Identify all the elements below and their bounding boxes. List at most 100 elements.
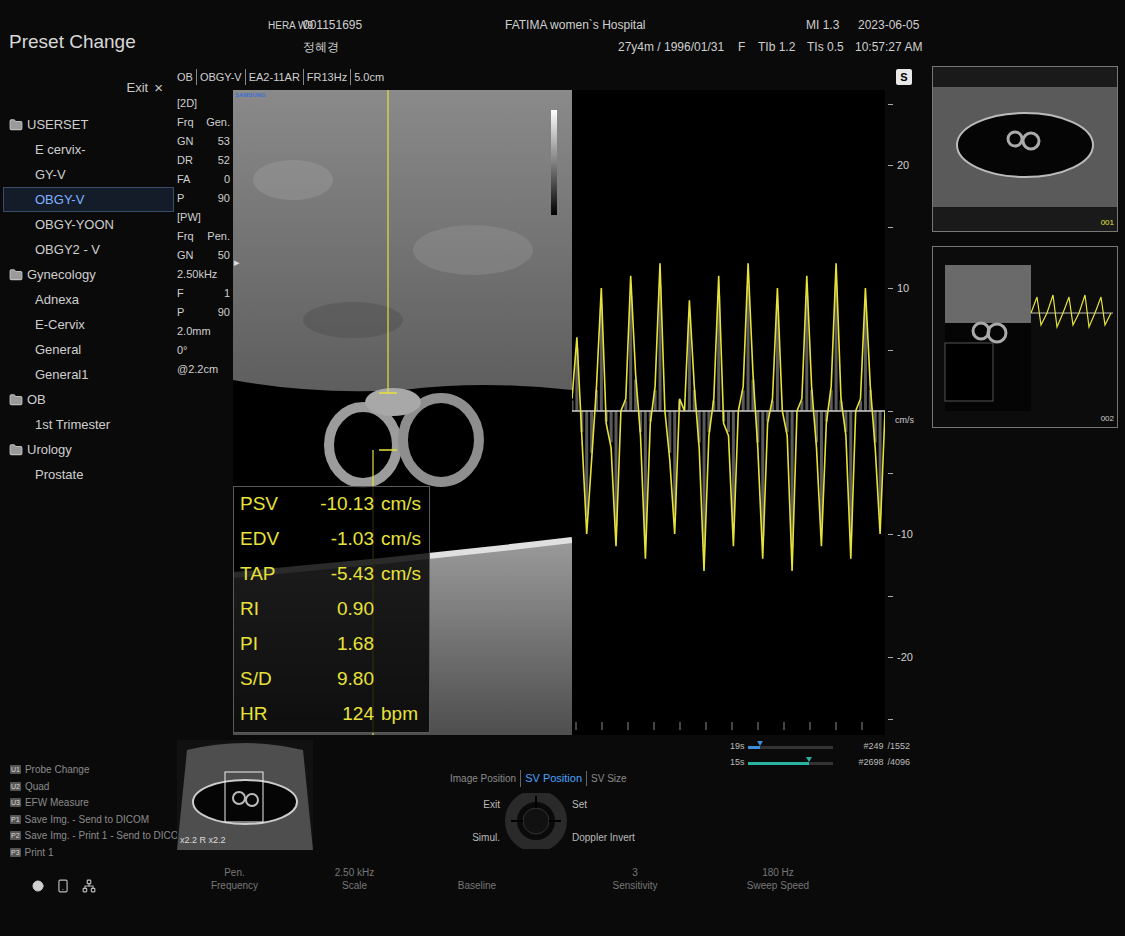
axis-tick [888, 719, 893, 720]
mode-item: EA2-11AR [245, 69, 303, 86]
time-tick [680, 722, 681, 730]
preset-tree: USERSETE cervix-GY-VOBGY-VOBGY-YOONOBGY2… [0, 112, 177, 487]
thumbnail[interactable]: 002 [932, 246, 1118, 428]
parameter: FrqPen. [177, 227, 230, 246]
thumbnail[interactable]: 001 [932, 66, 1118, 232]
group-header[interactable]: Urology [0, 437, 177, 462]
mode-item: FR13Hz [303, 69, 350, 86]
preset-item[interactable]: OBGY-YOON [3, 212, 174, 237]
parameter: @2.2cm [177, 360, 230, 379]
group-header[interactable]: USERSET [0, 112, 177, 137]
folder-icon [9, 443, 23, 457]
axis-tick [888, 227, 893, 228]
axis-label: -20 [897, 651, 913, 663]
axis-label: 20 [897, 159, 909, 171]
focus-marker: ▸ [234, 254, 240, 271]
control-tab[interactable]: SV Size [586, 771, 631, 786]
doppler-invert-key[interactable]: Doppler Invert [572, 830, 635, 845]
softkey[interactable]: P1Save Img. - Send to DICOM [10, 812, 177, 828]
parameter: GN53 [177, 132, 230, 151]
group-header[interactable]: OB [0, 387, 177, 412]
cine-track[interactable] [748, 762, 833, 765]
softkey-key: U1 [10, 765, 21, 774]
softkey[interactable]: U2Quad [10, 779, 177, 795]
spectrum-trace [572, 263, 885, 571]
measurement-row: EDV-1.03cm/s [234, 522, 429, 557]
set-key[interactable]: Set [572, 797, 587, 812]
gate-top[interactable] [379, 392, 397, 394]
axis-tick [888, 411, 893, 412]
mode-item: OB [177, 69, 196, 86]
cine-marker [757, 741, 763, 746]
image-panel[interactable]: SAMSUNG▸PSV-10.13cm/sEDV-1.03cm/sTAP-5.4… [233, 90, 572, 735]
bottom-param[interactable]: Pen.Frequency [177, 866, 292, 892]
time-tick [602, 722, 603, 730]
measurement-row: TAP-5.43cm/s [234, 557, 429, 592]
preset-group: OB1st Trimester [0, 387, 177, 437]
preset-item[interactable]: GY-V [3, 162, 174, 187]
tib: TIb 1.2 [758, 38, 807, 56]
bottom-params: Pen.Frequency2.50 kHzScaleBaseline3Sensi… [177, 866, 1125, 892]
time-tick [576, 722, 577, 730]
cine-bar[interactable]: 15s#2698/4096 [730, 756, 910, 770]
mode-item: OBGY-V [196, 69, 245, 86]
cine-fill [748, 762, 809, 765]
control-dial: Image PositionSV PositionSV Size Exit Simu… [450, 740, 640, 852]
bottom-param[interactable]: 180 HzSweep Speed [733, 866, 823, 892]
date: 2023-06-05 [858, 16, 919, 34]
softkey-key: P1 [10, 815, 21, 824]
exit-key[interactable]: Exit [483, 797, 500, 812]
softkey[interactable]: P3Print 1 [10, 845, 177, 861]
folder-icon [9, 268, 23, 282]
preset-item[interactable]: OBGY-V [3, 187, 174, 212]
exit-button[interactable]: Exit× [0, 78, 177, 98]
parameter: DR52 [177, 151, 230, 170]
preset-item[interactable]: General [3, 337, 174, 362]
doppler-spectrum [572, 90, 885, 735]
cine-track[interactable] [748, 746, 833, 749]
velocity-axis: 2010-10-20cm/s [885, 90, 932, 735]
softkey[interactable]: U3EFW Measure [10, 795, 177, 811]
preset-item[interactable]: OBGY2 - V [3, 237, 174, 262]
main-view: HERA W9001151695FATIMA women`s HospitalM… [177, 0, 932, 740]
axis-tick [888, 350, 893, 351]
header-row-2: 정혜경27y4m / 1996/01/31FTIb 1.2TIs 0.510:5… [177, 39, 932, 55]
time-tick [706, 722, 707, 730]
workspace: HERA W9001151695FATIMA women`s HospitalM… [177, 0, 1125, 936]
simul-key[interactable]: Simul. [472, 830, 500, 845]
bottom-param[interactable]: 3Sensitivity [537, 866, 733, 892]
bottom-param[interactable]: Baseline [417, 866, 537, 892]
cine-bar[interactable]: 19s#249/1552 [730, 740, 910, 754]
preset-item[interactable]: E cervix- [3, 137, 174, 162]
measurement-row: PSV-10.13cm/s [234, 487, 429, 522]
softkey[interactable]: P2Save Img. - Print 1 - Send to DICOM [10, 828, 177, 844]
control-tab[interactable]: SV Position [520, 770, 586, 787]
thumbnail-column: 001 002 [932, 0, 1118, 740]
axis-tick [888, 288, 893, 289]
preset-item[interactable]: E-Cervix [3, 312, 174, 337]
hospital: FATIMA women`s Hospital [505, 16, 806, 34]
preset-item[interactable]: General1 [3, 362, 174, 387]
grayscale-bar [551, 110, 557, 215]
preset-group: USERSETE cervix-GY-VOBGY-VOBGY-YOONOBGY2… [0, 112, 177, 262]
sidebar-title: Preset Change [0, 30, 177, 54]
axis-tick [888, 657, 893, 658]
softkey[interactable]: U1Probe Change [10, 762, 177, 778]
bottom-row: x2.2 R x2.2Image PositionSV PositionSV S… [177, 740, 1125, 852]
header-row-1: HERA W9001151695FATIMA women`s HospitalM… [177, 17, 932, 33]
time-tick [732, 722, 733, 730]
thumbnail-number: 001 [1101, 217, 1114, 229]
parameter: P90 [177, 189, 230, 208]
control-tab[interactable]: Image Position [450, 771, 520, 786]
preset-item[interactable]: 1st Trimester [3, 412, 174, 437]
group-header[interactable]: Gynecology [0, 262, 177, 287]
gate-bottom[interactable] [379, 449, 397, 451]
spectrum-fill [727, 411, 730, 432]
axis-unit: cm/s [895, 415, 914, 425]
bottom-param[interactable]: 2.50 kHzScale [292, 866, 417, 892]
dial-icon[interactable] [504, 793, 568, 849]
axis-tick [888, 596, 893, 597]
softkey-list: U1Probe ChangeU2QuadU3EFW MeasureP1Save … [0, 762, 177, 860]
preset-item[interactable]: Prostate [3, 462, 174, 487]
preset-item[interactable]: Adnexa [3, 287, 174, 312]
